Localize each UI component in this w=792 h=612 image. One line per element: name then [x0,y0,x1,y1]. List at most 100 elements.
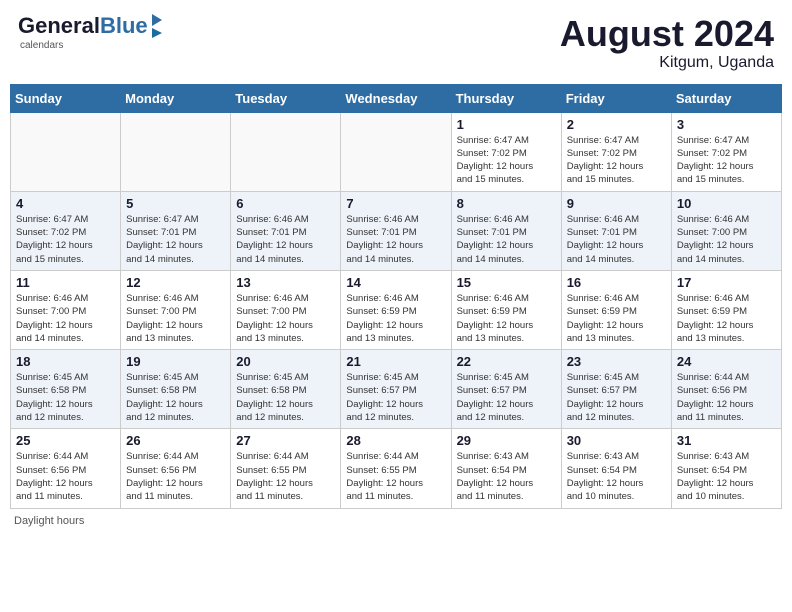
calendar-cell: 28 Sunrise: 6:44 AM Sunset: 6:55 PM Dayli… [341,429,451,508]
calendar-cell: 12 Sunrise: 6:46 AM Sunset: 7:00 PM Dayli… [121,270,231,349]
day-number: 28 [346,433,445,448]
calendar-cell: 30Sunrise: 6:43 AM Sunset: 6:54 PM Dayli… [561,429,671,508]
calendar-cell: 3 Sunrise: 6:47 AM Sunset: 7:02 PM Daylig… [671,112,781,191]
day-info: Sunrise: 6:47 AM Sunset: 7:02 PM Dayligh… [16,213,115,266]
calendar-cell: 10 Sunrise: 6:46 AM Sunset: 7:00 PM Dayli… [671,191,781,270]
day-number: 10 [677,196,776,211]
day-info: Sunrise: 6:47 AM Sunset: 7:02 PM Dayligh… [677,134,776,187]
calendar-cell: 25 Sunrise: 6:44 AM Sunset: 6:56 PM Dayli… [11,429,121,508]
calendar-cell: 29Sunrise: 6:43 AM Sunset: 6:54 PM Dayli… [451,429,561,508]
title-block: August 2024 Kitgum, Uganda [560,14,774,72]
calendar-week-row: 1 Sunrise: 6:47 AM Sunset: 7:02 PM Daylig… [11,112,782,191]
day-number: 5 [126,196,225,211]
day-number: 1 [457,117,556,132]
logo-text: GeneralBlue [18,15,148,37]
day-number: 14 [346,275,445,290]
day-info: Sunrise: 6:45 AM Sunset: 6:57 PM Dayligh… [457,371,556,424]
calendar-week-row: 18 Sunrise: 6:45 AM Sunset: 6:58 PM Dayli… [11,350,782,429]
calendar-header-row: SundayMondayTuesdayWednesdayThursdayFrid… [11,84,782,112]
day-number: 18 [16,354,115,369]
calendar-cell [231,112,341,191]
calendar-cell: 26 Sunrise: 6:44 AM Sunset: 6:56 PM Dayli… [121,429,231,508]
calendar-cell: 31 Sunrise: 6:43 AM Sunset: 6:54 PM Dayli… [671,429,781,508]
day-number: 3 [677,117,776,132]
day-number: 12 [126,275,225,290]
day-info: Sunrise: 6:47 AM Sunset: 7:02 PM Dayligh… [567,134,666,187]
calendar-cell: 11 Sunrise: 6:46 AM Sunset: 7:00 PM Dayli… [11,270,121,349]
calendar-table: SundayMondayTuesdayWednesdayThursdayFrid… [10,84,782,509]
calendar-cell: 5Sunrise: 6:47 AM Sunset: 7:01 PM Daylig… [121,191,231,270]
day-number: 15 [457,275,556,290]
col-header-sunday: Sunday [11,84,121,112]
col-header-saturday: Saturday [671,84,781,112]
day-info: Sunrise: 6:46 AM Sunset: 7:00 PM Dayligh… [677,213,776,266]
daylight-label: Daylight hours [14,515,84,527]
calendar-cell: 20 Sunrise: 6:45 AM Sunset: 6:58 PM Dayli… [231,350,341,429]
day-number: 13 [236,275,335,290]
col-header-tuesday: Tuesday [231,84,341,112]
day-info: Sunrise: 6:45 AM Sunset: 6:58 PM Dayligh… [16,371,115,424]
col-header-wednesday: Wednesday [341,84,451,112]
day-info: Sunrise: 6:47 AM Sunset: 7:02 PM Dayligh… [457,134,556,187]
day-number: 9 [567,196,666,211]
day-info: Sunrise: 6:44 AM Sunset: 6:55 PM Dayligh… [346,450,445,503]
calendar-cell: 15 Sunrise: 6:46 AM Sunset: 6:59 PM Dayli… [451,270,561,349]
day-info: Sunrise: 6:44 AM Sunset: 6:56 PM Dayligh… [16,450,115,503]
day-number: 20 [236,354,335,369]
day-info: Sunrise: 6:44 AM Sunset: 6:56 PM Dayligh… [677,371,776,424]
day-info: Sunrise: 6:46 AM Sunset: 7:01 PM Dayligh… [457,213,556,266]
day-info: Sunrise: 6:45 AM Sunset: 6:58 PM Dayligh… [236,371,335,424]
day-info: Sunrise: 6:43 AM Sunset: 6:54 PM Dayligh… [567,450,666,503]
calendar-cell: 7 Sunrise: 6:46 AM Sunset: 7:01 PM Daylig… [341,191,451,270]
calendar-cell: 1 Sunrise: 6:47 AM Sunset: 7:02 PM Daylig… [451,112,561,191]
day-info: Sunrise: 6:46 AM Sunset: 7:01 PM Dayligh… [567,213,666,266]
day-info: Sunrise: 6:45 AM Sunset: 6:58 PM Dayligh… [126,371,225,424]
day-number: 26 [126,433,225,448]
day-number: 8 [457,196,556,211]
calendar-cell: 4 Sunrise: 6:47 AM Sunset: 7:02 PM Daylig… [11,191,121,270]
day-info: Sunrise: 6:46 AM Sunset: 7:01 PM Dayligh… [236,213,335,266]
calendar-cell: 6 Sunrise: 6:46 AM Sunset: 7:01 PM Daylig… [231,191,341,270]
day-info: Sunrise: 6:46 AM Sunset: 6:59 PM Dayligh… [567,292,666,345]
calendar-cell [121,112,231,191]
calendar-cell: 8 Sunrise: 6:46 AM Sunset: 7:01 PM Daylig… [451,191,561,270]
calendar-cell [341,112,451,191]
day-number: 11 [16,275,115,290]
calendar-week-row: 4 Sunrise: 6:47 AM Sunset: 7:02 PM Daylig… [11,191,782,270]
col-header-monday: Monday [121,84,231,112]
day-number: 7 [346,196,445,211]
calendar-cell: 14 Sunrise: 6:46 AM Sunset: 6:59 PM Dayli… [341,270,451,349]
calendar-cell: 17Sunrise: 6:46 AM Sunset: 6:59 PM Dayli… [671,270,781,349]
col-header-friday: Friday [561,84,671,112]
day-info: Sunrise: 6:46 AM Sunset: 7:00 PM Dayligh… [126,292,225,345]
day-number: 6 [236,196,335,211]
day-info: Sunrise: 6:44 AM Sunset: 6:55 PM Dayligh… [236,450,335,503]
calendar-cell: 19 Sunrise: 6:45 AM Sunset: 6:58 PM Dayli… [121,350,231,429]
day-info: Sunrise: 6:43 AM Sunset: 6:54 PM Dayligh… [457,450,556,503]
calendar-cell: 16 Sunrise: 6:46 AM Sunset: 6:59 PM Dayli… [561,270,671,349]
day-info: Sunrise: 6:46 AM Sunset: 6:59 PM Dayligh… [457,292,556,345]
day-number: 17 [677,275,776,290]
calendar-cell: 22Sunrise: 6:45 AM Sunset: 6:57 PM Dayli… [451,350,561,429]
day-number: 19 [126,354,225,369]
day-info: Sunrise: 6:46 AM Sunset: 6:59 PM Dayligh… [346,292,445,345]
day-info: Sunrise: 6:46 AM Sunset: 7:01 PM Dayligh… [346,213,445,266]
calendar-cell: 18 Sunrise: 6:45 AM Sunset: 6:58 PM Dayli… [11,350,121,429]
page-header: GeneralBlue calendars August 2024 Kitgum… [10,10,782,76]
calendar-cell: 13Sunrise: 6:46 AM Sunset: 7:00 PM Dayli… [231,270,341,349]
day-info: Sunrise: 6:44 AM Sunset: 6:56 PM Dayligh… [126,450,225,503]
day-number: 25 [16,433,115,448]
calendar-cell: 24Sunrise: 6:44 AM Sunset: 6:56 PM Dayli… [671,350,781,429]
day-number: 27 [236,433,335,448]
day-number: 21 [346,354,445,369]
day-number: 31 [677,433,776,448]
calendar-cell: 23Sunrise: 6:45 AM Sunset: 6:57 PM Dayli… [561,350,671,429]
calendar-week-row: 11 Sunrise: 6:46 AM Sunset: 7:00 PM Dayli… [11,270,782,349]
day-info: Sunrise: 6:43 AM Sunset: 6:54 PM Dayligh… [677,450,776,503]
calendar-cell: 21Sunrise: 6:45 AM Sunset: 6:57 PM Dayli… [341,350,451,429]
day-number: 16 [567,275,666,290]
logo: GeneralBlue calendars [18,14,162,51]
location-title: Kitgum, Uganda [560,54,774,72]
day-number: 4 [16,196,115,211]
day-info: Sunrise: 6:46 AM Sunset: 7:00 PM Dayligh… [16,292,115,345]
